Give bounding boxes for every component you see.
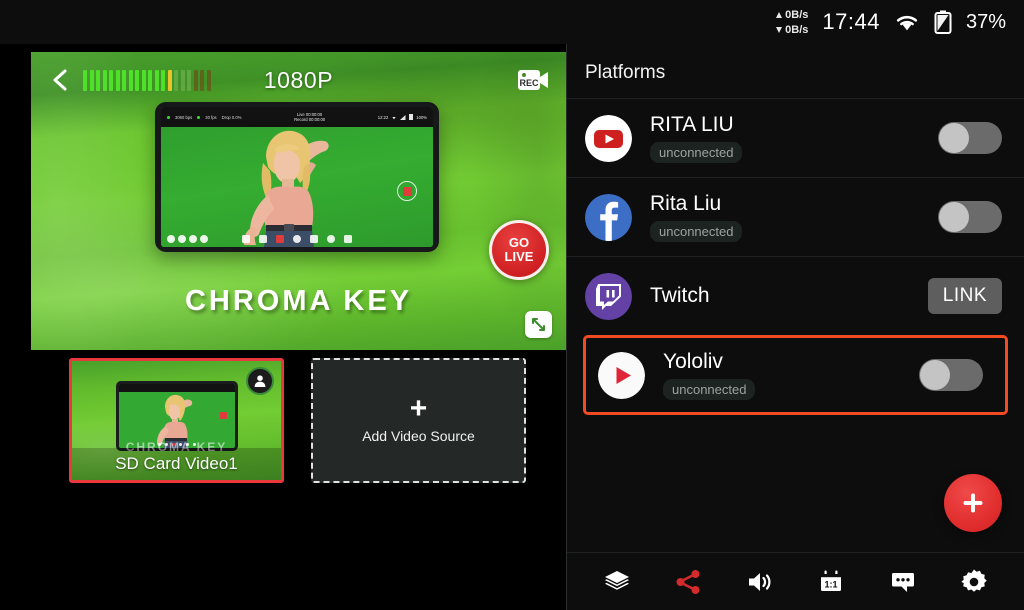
device-mock-video: [161, 127, 433, 247]
device-record-timer: Record 00:00:00: [294, 117, 326, 122]
device-live-timer: Live 00:00:00: [297, 111, 323, 117]
person-icon[interactable]: [246, 367, 274, 395]
platforms-panel: Platforms RITA LIU unconnected Rita Liu unc…: [567, 44, 1024, 610]
bottom-toolbar: 1:1: [567, 552, 1024, 610]
svg-text:1:1: 1:1: [825, 579, 838, 589]
status-bar: 0B/s 0B/s 17:44 37%: [0, 0, 1024, 44]
chroma-key-overlay-text: CHROMA KEY: [184, 285, 413, 317]
twitch-icon: [585, 272, 632, 320]
go-live-label-1: GO: [508, 235, 530, 250]
device-bottom-toolbar: [161, 230, 433, 247]
device-clock: 12:22: [377, 114, 389, 120]
battery-icon: [934, 10, 952, 34]
platforms-list: RITA LIU unconnected Rita Liu unconnected Tw…: [567, 98, 1024, 415]
clock: 17:44: [822, 9, 880, 34]
device-mock-statusbar: 3060 bps 30 fps Drop 0.0% Live 00:00:00 …: [161, 107, 433, 127]
toggle-knob: [920, 360, 950, 390]
fullscreen-icon[interactable]: [525, 311, 552, 338]
device-timers: Live 00:00:00 Record 00:00:00: [246, 112, 372, 123]
platform-name: Rita Liu: [650, 192, 722, 215]
device-fps: 30 fps: [205, 114, 217, 120]
facebook-icon: [585, 193, 632, 241]
upload-speed: 0B/s: [776, 9, 808, 21]
device-status-right: 12:22 100%: [378, 114, 427, 120]
network-speed-indicator: 0B/s 0B/s: [776, 9, 808, 36]
platform-toggle[interactable]: [938, 122, 1002, 154]
toggle-knob: [939, 123, 969, 153]
download-speed-value: 0B/s: [785, 23, 809, 36]
platform-status-badge: unconnected: [650, 221, 743, 242]
add-video-source-button[interactable]: + Add Video Source: [311, 358, 526, 483]
download-speed: 0B/s: [776, 24, 808, 36]
battery-percent: 37%: [965, 10, 1006, 33]
device-mock: 3060 bps 30 fps Drop 0.0% Live 00:00:00 …: [155, 102, 439, 252]
source-device-statusbar: [118, 384, 235, 392]
source-device-rec-dot: [219, 412, 227, 419]
platform-status-badge: unconnected: [663, 379, 756, 400]
platform-name: Yololiv: [663, 350, 723, 373]
video-source-card[interactable]: CHROMA KEY SD Card Video1: [69, 358, 284, 483]
platform-name: Twitch: [650, 284, 710, 307]
go-live-button[interactable]: GO LIVE: [489, 220, 549, 280]
platform-toggle[interactable]: [919, 359, 983, 391]
platform-row[interactable]: Yololiv unconnected: [583, 335, 1008, 415]
settings-gear-icon[interactable]: [954, 562, 994, 602]
upload-speed-value: 0B/s: [785, 8, 809, 21]
plus-icon: +: [409, 391, 428, 425]
platform-meta: RITA LIU unconnected: [650, 113, 938, 163]
youtube-icon: [585, 114, 632, 162]
platform-row[interactable]: RITA LIU unconnected: [567, 98, 1024, 177]
platform-row[interactable]: Rita Liu unconnected: [567, 177, 1024, 256]
source-label: SD Card Video1: [72, 448, 281, 480]
chat-icon[interactable]: [883, 562, 923, 602]
device-record-button: [397, 181, 417, 201]
platform-name: RITA LIU: [650, 113, 734, 136]
preview-top-bar: 1080P: [31, 52, 566, 108]
arrow-up-icon: [776, 11, 783, 18]
add-platform-fab[interactable]: [944, 474, 1002, 532]
source-device-screen: [118, 384, 235, 448]
platforms-panel-title: Platforms: [585, 62, 666, 83]
share-icon[interactable]: [668, 562, 708, 602]
platform-meta: Rita Liu unconnected: [650, 192, 938, 242]
rec-icon[interactable]: REC: [518, 68, 548, 92]
go-live-label-2: LIVE: [504, 249, 534, 264]
svg-text:REC: REC: [519, 78, 539, 88]
device-mock-screen: 3060 bps 30 fps Drop 0.0% Live 00:00:00 …: [161, 107, 433, 247]
platform-row[interactable]: Twitch LINK: [567, 256, 1024, 335]
toggle-knob: [939, 202, 969, 232]
arrow-down-icon: [776, 26, 783, 33]
add-video-source-label: Add Video Source: [362, 427, 475, 444]
video-source-strip: CHROMA KEY SD Card Video1 + Add Video So…: [31, 358, 566, 488]
device-battery: 100%: [416, 114, 427, 120]
platform-toggle[interactable]: [938, 201, 1002, 233]
app-root: 0B/s 0B/s 17:44 37% 3060 bps 30 fps Drop…: [0, 0, 1024, 610]
status-dot-icon: [197, 115, 201, 119]
platform-status-badge: unconnected: [650, 142, 743, 163]
layers-icon[interactable]: [597, 562, 637, 602]
left-rail: [0, 44, 31, 610]
platform-link-button[interactable]: LINK: [927, 278, 1002, 314]
person-graphic: [243, 130, 329, 247]
device-drop: Drop 0.0%: [221, 114, 242, 120]
status-dot-icon: [167, 115, 170, 119]
volume-icon[interactable]: [740, 562, 780, 602]
video-preview[interactable]: 3060 bps 30 fps Drop 0.0% Live 00:00:00 …: [31, 52, 566, 350]
aspect-ratio-icon[interactable]: 1:1: [811, 562, 851, 602]
platform-meta: Twitch: [650, 284, 928, 308]
resolution-label: 1080P: [263, 66, 334, 93]
yololiv-icon: [598, 351, 645, 399]
wifi-icon: [894, 12, 920, 32]
device-bitrate: 3060 bps: [175, 114, 193, 120]
platform-meta: Yololiv unconnected: [663, 350, 919, 400]
